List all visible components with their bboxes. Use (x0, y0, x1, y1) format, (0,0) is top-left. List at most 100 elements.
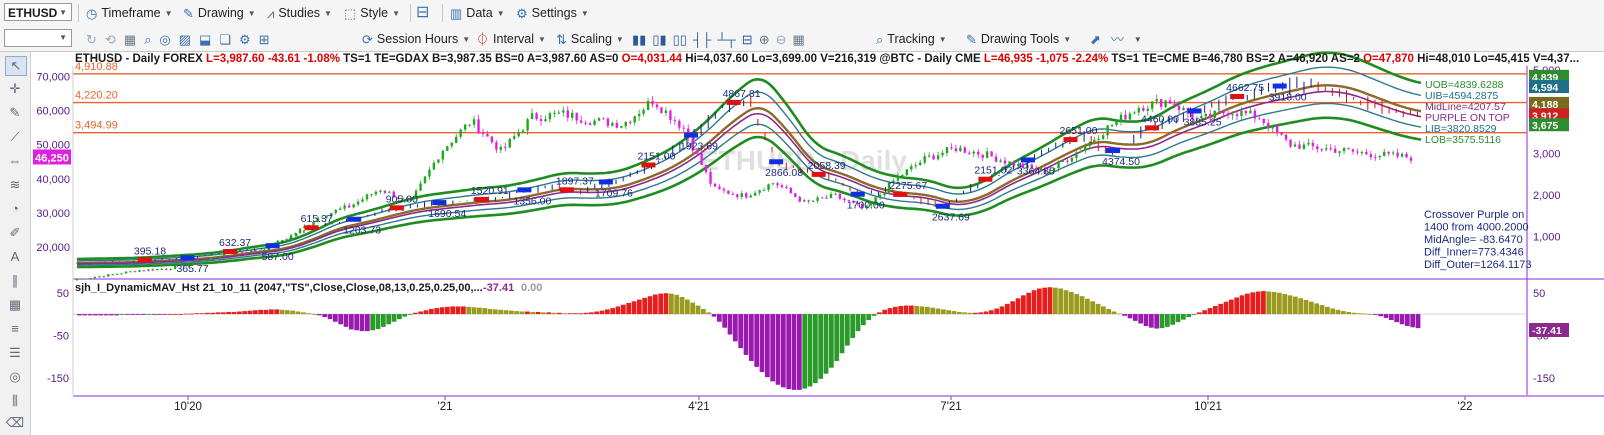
btc-candle (504, 146, 507, 148)
btc-candle (593, 120, 596, 125)
btc-candle (218, 256, 221, 258)
histogram-bar (322, 314, 328, 318)
histogram-bar (167, 314, 173, 315)
swing-label: 632.37 (219, 237, 251, 249)
histogram-bar (93, 314, 98, 316)
histogram-bar (1079, 296, 1085, 315)
histogram-bar (226, 311, 232, 315)
btc-candle (664, 110, 668, 113)
btc-candle (597, 118, 601, 121)
histogram-bar (482, 308, 488, 315)
header-segment: TS=1 TE=CME B=46,780 BS=2 A=46,920 AS=2 (1108, 53, 1363, 65)
left-axis-marker-label: 46,250 (35, 152, 69, 164)
histogram-bar (1165, 314, 1170, 327)
btc-candle (919, 162, 922, 166)
btc-candle (1249, 110, 1252, 114)
histogram-bar (87, 314, 93, 316)
btc-candle (133, 271, 137, 273)
histogram-bar (941, 309, 946, 315)
x-axis-tick: '21 (438, 401, 453, 413)
histogram-bar (1015, 298, 1021, 315)
btc-candle (1329, 148, 1332, 150)
btc-candle (682, 127, 685, 129)
histogram-bar (1234, 297, 1240, 315)
histogram-bar (962, 312, 968, 315)
histogram-bar (930, 307, 936, 315)
histogram-bar (130, 314, 136, 315)
btc-candle (629, 121, 632, 123)
histogram-bar (1005, 303, 1010, 315)
histogram-bar (386, 314, 392, 325)
histogram-bar (818, 314, 824, 379)
histogram-bar (866, 314, 872, 321)
btc-candle (584, 122, 587, 124)
histogram-bar (594, 311, 600, 315)
histogram-bar (626, 303, 632, 315)
histogram-bar (1250, 292, 1256, 315)
btc-candle (1378, 155, 1381, 158)
left-axis-tick: 30,000 (36, 208, 70, 220)
histogram-bar (1085, 298, 1090, 315)
histogram-bar (1181, 314, 1186, 320)
btc-candle (936, 155, 940, 160)
histogram-bar (269, 309, 274, 315)
histogram-bar (1410, 314, 1416, 328)
btc-candle (959, 147, 962, 152)
btc-candle (1008, 161, 1011, 164)
btc-candle (481, 132, 485, 135)
histogram-bar (578, 313, 584, 315)
histogram-bar (610, 308, 616, 315)
btc-candle (129, 271, 132, 273)
btc-candle (1347, 148, 1350, 150)
btc-candle (718, 186, 721, 190)
histogram-bar (1010, 301, 1016, 315)
btc-candle (419, 183, 422, 191)
swing-label: 1897.37 (556, 175, 594, 187)
histogram-bar (1362, 313, 1368, 315)
histogram-bar (637, 299, 642, 315)
btc-candle (1267, 122, 1270, 129)
price-chart[interactable]: ETHUSD - Daily 4,910.884,220.203,494.99 … (0, 0, 1604, 435)
histogram-bar (327, 314, 333, 320)
histogram-bar (1357, 313, 1362, 315)
swing-marker (137, 257, 152, 263)
btc-candle (745, 193, 748, 198)
histogram-bar (445, 306, 450, 315)
histogram-bar (439, 307, 445, 315)
histogram-bar (423, 310, 429, 315)
btc-candle (513, 136, 516, 139)
histogram-bar (1335, 309, 1341, 315)
histogram-bar (242, 311, 248, 315)
right-axis-marker-label: 4,594 (1532, 82, 1558, 94)
btc-candle (521, 130, 525, 133)
btc-candle (999, 160, 1002, 162)
histogram-bar (802, 314, 808, 389)
histogram-bar (727, 314, 733, 335)
btc-candle (115, 273, 119, 275)
histogram-bar (573, 313, 578, 315)
btc-candle (343, 205, 346, 209)
right-axis-tick: 2,000 (1533, 190, 1561, 202)
btc-candle (704, 164, 708, 172)
histogram-bar (813, 314, 818, 384)
btc-candle (1177, 105, 1181, 111)
histogram-bar (215, 312, 221, 315)
histogram-bar (893, 306, 898, 315)
histogram-left-tick: -150 (47, 373, 69, 385)
histogram-bar (205, 312, 210, 315)
btc-candle (1057, 161, 1060, 168)
btc-candle (1365, 151, 1368, 155)
histogram-bar (786, 314, 792, 390)
histogram-bar (807, 314, 813, 387)
btc-candle (1307, 142, 1310, 145)
btc-candle (1311, 142, 1315, 147)
btc-candle (298, 228, 302, 234)
btc-candle (138, 270, 141, 272)
histogram-bar (1319, 305, 1325, 315)
histogram-bar (765, 314, 770, 378)
btc-candle (285, 239, 288, 241)
btc-candle (1226, 113, 1230, 116)
btc-candle (1146, 108, 1149, 111)
swing-label: 1356.00 (513, 195, 551, 207)
histogram-bar (295, 311, 301, 315)
